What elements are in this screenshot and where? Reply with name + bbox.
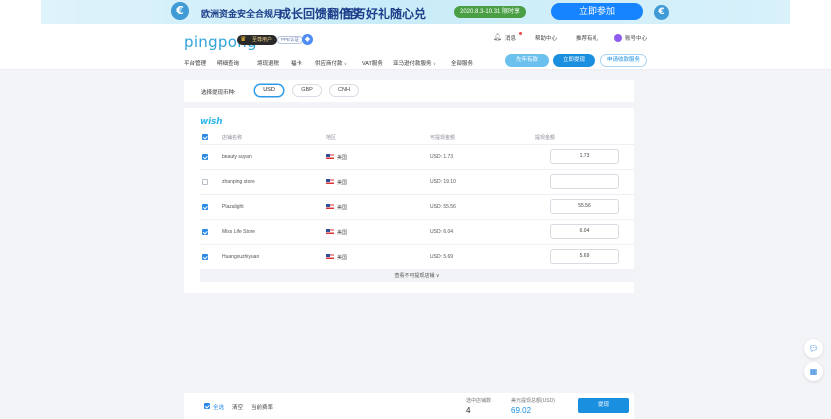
withdraw-amount-input[interactable]: 1.73 <box>550 149 619 164</box>
store-name: Huangxuzhiyuan <box>222 254 260 260</box>
total-amount-value: 69.02 <box>511 406 532 415</box>
region: 美国 <box>337 155 348 161</box>
us-flag-icon <box>326 229 334 234</box>
currency-label: 选择提现币种: <box>201 90 236 96</box>
table-row: Plazalight 美国 USD: 55.56 55.56 <box>200 195 634 220</box>
messages-link[interactable]: 消息 <box>505 34 516 42</box>
row-checkbox[interactable] <box>202 254 208 260</box>
available-amount: USD: 1.73 <box>430 154 454 160</box>
region: 美国 <box>337 180 348 186</box>
available-amount: USD: 19.10 <box>430 179 456 185</box>
table-header: 店铺名称 地区 可提现金额 提现金额 <box>200 131 634 145</box>
chevron-down-icon: ∨ <box>433 61 436 66</box>
store-name: Miss Life Store <box>222 229 256 235</box>
help-center-link[interactable]: 帮助中心 <box>535 34 557 42</box>
nav-supplier-payment-label: 供应商付款 <box>315 61 343 67</box>
unread-dot <box>519 32 522 35</box>
referral-link[interactable]: 推荐有礼 <box>576 34 598 42</box>
store-name: zhanping store <box>222 179 255 185</box>
withdraw-amount-input[interactable]: 5.69 <box>550 249 619 264</box>
col-region: 地区 <box>326 135 337 141</box>
view-unavailable-stores-link[interactable]: 查看不可提现店铺 ∨ <box>200 270 634 282</box>
select-all-checkbox[interactable] <box>202 134 208 140</box>
chevron-down-icon: ∨ <box>344 61 347 66</box>
withdraw-amount-input[interactable]: 55.56 <box>550 199 619 214</box>
us-flag-icon <box>326 254 334 259</box>
nav-all-services[interactable]: 全部服务 <box>451 59 473 67</box>
qrcode-icon[interactable]: ▦ <box>804 362 823 381</box>
nav-tax-refund[interactable]: 境现退税 <box>257 59 279 67</box>
account-center-link[interactable]: 账号中心 <box>625 34 647 42</box>
account-icon[interactable] <box>614 34 622 42</box>
prepay-button[interactable]: 先年有款 <box>505 54 549 67</box>
us-flag-icon <box>326 154 334 159</box>
select-all-bottom-checkbox[interactable] <box>204 403 210 409</box>
crown-icon: ♛ <box>240 36 247 43</box>
selected-count-value: 4 <box>466 406 471 415</box>
select-all-label[interactable]: 全选 <box>213 403 224 411</box>
nav-card[interactable]: 福卡 <box>291 59 302 67</box>
chevron-down-icon: ∨ <box>435 273 440 279</box>
view-unavailable-stores-label: 查看不可提现店铺 <box>394 273 435 279</box>
vip-badge-label: 至尊用户 <box>252 37 273 43</box>
region: 美国 <box>337 230 348 236</box>
total-amount-label: 美元提现总额(USD) <box>511 398 555 404</box>
us-flag-icon <box>326 204 334 209</box>
site-header: pingpong ♛ 至尊用户 PPE认证 ◆ 🔔︎ 消息 帮助中心 推荐有礼 … <box>0 24 831 70</box>
promo-headline-2: 百万好礼随心兑 <box>342 7 427 21</box>
bottom-action-bar: 全选 清空 当前费率 选中店铺数 4 美元提现总额(USD) 69.02 提现 <box>184 393 634 419</box>
available-amount: USD: 5.69 <box>430 254 454 260</box>
currency-selector: 选择提现币种: USD GBP CNH <box>184 80 634 102</box>
row-checkbox[interactable] <box>202 229 208 235</box>
current-rate-link[interactable]: 当前费率 <box>251 403 273 411</box>
currency-option-gbp[interactable]: GBP <box>292 84 322 97</box>
table-row: beauty suyan 美国 USD: 1.73 1.73 <box>200 145 634 170</box>
euro-coin-icon: € <box>171 2 189 20</box>
store-name: Plazalight <box>222 204 244 210</box>
region: 美国 <box>337 255 348 261</box>
table-row: zhanping store 美国 USD: 19.10 <box>200 170 634 195</box>
withdraw-amount-input[interactable]: 6.04 <box>550 224 619 239</box>
currency-option-usd[interactable]: USD <box>254 84 284 97</box>
diamond-icon: ◆ <box>302 34 313 45</box>
selected-count-label: 选中店铺数 <box>466 398 492 404</box>
promo-banner[interactable]: € 欧洲资金安全合规月 成长回馈翻倍奖 百万好礼随心兑 2020.8.3-10.… <box>0 0 831 24</box>
vip-badge: ♛ 至尊用户 <box>237 35 278 45</box>
col-available: 可提现金额 <box>430 135 456 141</box>
euro-coin-icon-small: € <box>654 5 669 20</box>
row-checkbox[interactable] <box>202 204 208 210</box>
row-checkbox[interactable] <box>202 154 208 160</box>
store-name: beauty suyan <box>222 154 252 160</box>
wish-logo: wish <box>200 117 223 127</box>
withdraw-submit-button[interactable]: 提现 <box>578 398 629 413</box>
chat-icon[interactable]: 💬︎ <box>804 339 823 358</box>
apply-account-button[interactable]: 申请收款服务 <box>600 54 647 67</box>
nav-supplier-payment[interactable]: 供应商付款 ∨ <box>315 59 347 67</box>
region: 美国 <box>337 205 348 211</box>
cert-badge: PPE认证 <box>277 36 304 44</box>
table-row: Miss Life Store 美国 USD: 6.04 6.04 <box>200 220 634 245</box>
nav-vat-service[interactable]: VAT服务 <box>362 59 383 67</box>
bell-icon[interactable]: 🔔︎ <box>493 33 502 41</box>
withdraw-amount-input[interactable] <box>550 174 619 189</box>
store-table-card: wish 店铺名称 地区 可提现金额 提现金额 beauty suyan 美国 … <box>184 108 634 293</box>
currency-option-cnh[interactable]: CNH <box>329 84 359 97</box>
nav-platform-management[interactable]: 平台管理 <box>184 59 206 67</box>
clear-link[interactable]: 清空 <box>232 403 243 411</box>
nav-amazon-payment[interactable]: 亚马逊付款服务 ∨ <box>393 59 436 67</box>
promo-title: 欧洲资金安全合规月 <box>201 9 283 19</box>
nav-amazon-payment-label: 亚马逊付款服务 <box>393 61 432 67</box>
nav-detail-query[interactable]: 明细查询 <box>217 59 239 67</box>
withdraw-now-button[interactable]: 立即提现 <box>553 54 595 67</box>
available-amount: USD: 6.04 <box>430 229 454 235</box>
promo-date-tag: 2020.8.3-10.31 限时享 <box>454 6 527 18</box>
us-flag-icon <box>326 179 334 184</box>
col-withdraw-amount: 提现金额 <box>535 135 556 141</box>
promo-join-button[interactable]: 立即参加 <box>551 3 643 20</box>
available-amount: USD: 55.56 <box>430 204 456 210</box>
table-row: Huangxuzhiyuan 美国 USD: 5.69 5.69 <box>200 245 634 270</box>
promo-banner-content[interactable]: € 欧洲资金安全合规月 成长回馈翻倍奖 百万好礼随心兑 2020.8.3-10.… <box>41 0 790 24</box>
row-checkbox[interactable] <box>202 179 208 185</box>
col-store-name: 店铺名称 <box>222 135 243 141</box>
